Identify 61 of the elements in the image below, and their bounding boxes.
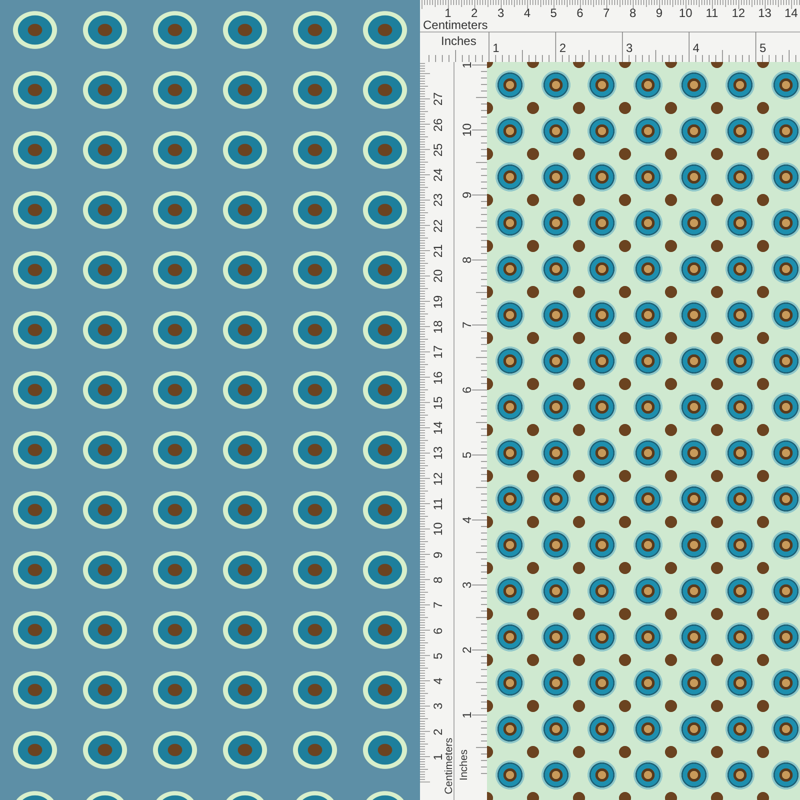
ruler-number: 4 — [692, 41, 700, 55]
ruler-number: 7 — [603, 6, 610, 20]
ruler-number: 1 — [431, 754, 445, 760]
ruler-number: 13 — [758, 6, 772, 20]
ruler-number: 6 — [460, 386, 474, 394]
ruler-number: 27 — [431, 92, 445, 106]
ruler-number: 14 — [784, 6, 798, 20]
ruler-number: 12 — [732, 6, 746, 20]
ruler-number: 24 — [431, 168, 445, 182]
ruler-number: 2 — [460, 646, 474, 654]
ruler-number: 5 — [759, 41, 766, 55]
ruler-number: 6 — [431, 627, 445, 634]
ruler-number: 15 — [431, 396, 445, 410]
ruler-number: 10 — [678, 6, 692, 20]
ruler-number: 1 — [492, 41, 500, 55]
ruler-number: 9 — [656, 6, 663, 20]
ruler-number: 3 — [460, 582, 474, 588]
ruler-number: 1 — [460, 712, 474, 718]
ruler-number: 7 — [431, 602, 445, 609]
ruler-number: 3 — [431, 703, 445, 710]
ruler-number: 11 — [431, 498, 445, 510]
ruler-number: 12 — [431, 472, 445, 486]
ruler-number: 22 — [431, 219, 445, 232]
ruler-number: 8 — [431, 576, 445, 584]
ruler-number: 4 — [524, 6, 531, 20]
ruler-number: 20 — [431, 270, 445, 283]
ruler-number: 10 — [460, 123, 474, 137]
ruler-number: 21 — [431, 244, 445, 258]
ruler-number: 6 — [576, 6, 584, 20]
ruler-number: 23 — [431, 194, 445, 208]
ruler-number: 7 — [460, 322, 474, 328]
ruler-number: 1 — [460, 62, 474, 68]
ruler-number: 9 — [431, 551, 445, 558]
ruler-number: 26 — [431, 118, 445, 132]
ruler-number: 3 — [497, 6, 504, 20]
ruler-number: 3 — [626, 41, 633, 55]
ruler-number: 2 — [471, 6, 478, 20]
ruler-number: 13 — [431, 446, 445, 460]
ruler-number: 5 — [431, 652, 445, 660]
ruler-number: 4 — [431, 678, 445, 684]
ruler-number: 16 — [431, 370, 445, 384]
ruler-label: Centimeters — [443, 738, 455, 794]
ruler-number: 4 — [460, 516, 474, 524]
ruler-number: 18 — [431, 320, 445, 334]
ruler-number: 10 — [431, 522, 445, 536]
ruler-number: 5 — [550, 6, 557, 20]
ruler-number: 17 — [431, 346, 445, 359]
ruler-number: 14 — [431, 421, 445, 435]
ruler-label: Inches — [441, 34, 476, 48]
ruler-number: 9 — [460, 192, 474, 198]
ruler-number: 1 — [444, 6, 452, 20]
ruler-number: 19 — [431, 294, 445, 308]
ruler-number: 8 — [460, 256, 474, 264]
ruler-number: 2 — [431, 728, 445, 736]
ruler-number: 5 — [460, 452, 474, 458]
ruler-number: 25 — [431, 143, 445, 156]
ruler-number: 11 — [706, 6, 718, 20]
ruler-number: 2 — [559, 41, 566, 55]
ruler-label: Inches — [458, 750, 470, 780]
ruler-label: Centimeters — [423, 18, 488, 32]
ruler-number: 8 — [629, 6, 636, 20]
